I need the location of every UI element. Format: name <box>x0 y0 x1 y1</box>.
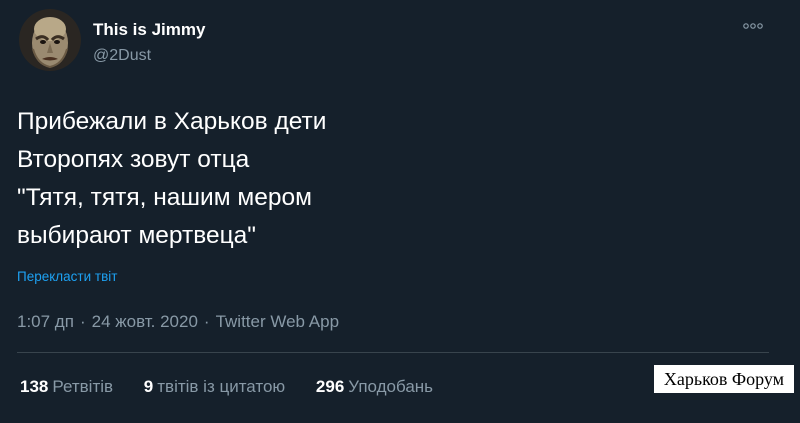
tweet-line: выбирают мертвеца" <box>17 222 256 249</box>
author-display-name[interactable]: This is Jimmy <box>93 20 205 40</box>
translate-tweet-link[interactable]: Перекласти твіт <box>17 269 117 284</box>
avatar-face-icon <box>19 9 81 71</box>
tweet-meta: 1:07 дп · 24 жовт. 2020 · Twitter Web App <box>17 312 339 332</box>
likes-count: 296 <box>315 377 345 396</box>
watermark: Харьков Форум <box>654 365 794 393</box>
tweet-stats: 138 Ретвітів 9 твітів із цитатою 296 Уподоб… <box>20 377 459 397</box>
avatar[interactable] <box>19 9 81 71</box>
tweet-text: Прибежали в Харьков дети Второпях зовут … <box>17 103 326 255</box>
meta-separator: · <box>203 312 210 331</box>
retweets-label: Ретвітів <box>52 377 114 396</box>
quote-tweets-label: твітів із цитатою <box>157 377 286 396</box>
author-handle[interactable]: @2Dust <box>93 47 151 65</box>
tweet-line: "Тятя, тятя, нашим мером <box>17 184 312 211</box>
meta-separator: · <box>79 312 86 331</box>
more-dots-icon <box>743 23 763 29</box>
tweet-line: Прибежали в Харьков дети <box>17 108 327 135</box>
tweet-line: Второпях зовут отца <box>17 146 250 173</box>
divider <box>17 352 769 353</box>
quote-tweets-stat[interactable]: 9 твітів із цитатою <box>144 377 285 397</box>
retweets-stat[interactable]: 138 Ретвітів <box>20 377 113 397</box>
tweet-time[interactable]: 1:07 дп <box>17 312 74 331</box>
quote-tweets-count: 9 <box>143 377 154 396</box>
likes-stat[interactable]: 296 Уподобань <box>316 377 433 397</box>
tweet-source[interactable]: Twitter Web App <box>216 312 339 331</box>
tweet-card: This is Jimmy @2Dust Прибежали в Харьков… <box>0 0 800 423</box>
retweets-count: 138 <box>20 377 49 396</box>
likes-label: Уподобань <box>348 377 434 396</box>
tweet-date[interactable]: 24 жовт. 2020 <box>92 312 198 331</box>
more-button[interactable] <box>740 18 766 34</box>
